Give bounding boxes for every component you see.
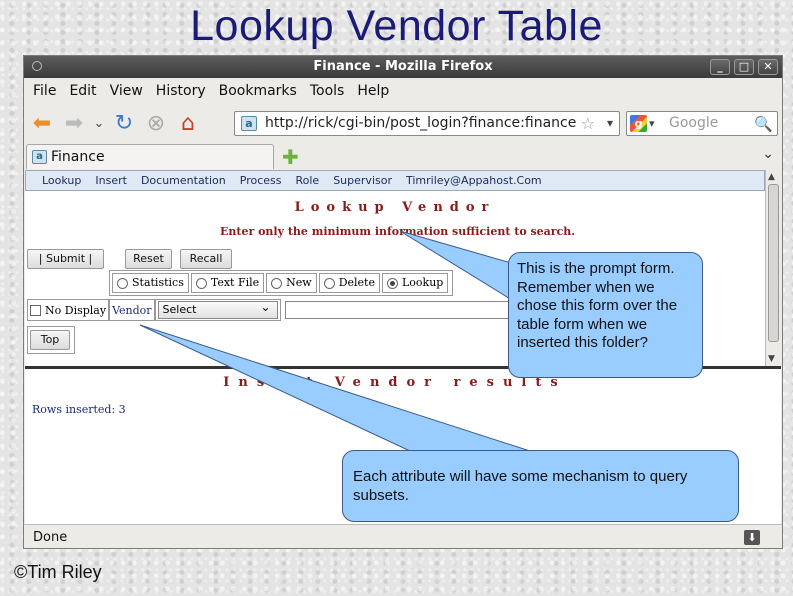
reload-icon[interactable]: ↻	[110, 109, 138, 137]
attribute-callout: Each attribute will have some mechanism …	[342, 450, 739, 522]
operator-select[interactable]: Select	[157, 299, 278, 319]
home-icon[interactable]: ⌂	[174, 109, 202, 137]
reset-button[interactable]: Reset	[125, 249, 172, 269]
mode-label: Text File	[210, 276, 260, 289]
minimize-button[interactable]: _	[710, 59, 730, 75]
menu-bookmarks[interactable]: Bookmarks	[219, 83, 297, 99]
mode-label: Delete	[338, 276, 375, 289]
tab-favicon: a	[32, 150, 47, 164]
mode-label: Statistics	[132, 276, 184, 289]
bookmark-star-icon[interactable]: ☆	[581, 112, 595, 135]
vendor-field-row: No Display Vendor Select	[27, 299, 515, 321]
top-button[interactable]: Top	[30, 330, 70, 350]
downloads-icon[interactable]: ⬇	[744, 530, 760, 545]
site-favicon: a	[241, 116, 257, 131]
close-button[interactable]: ✕	[758, 59, 778, 75]
vendor-value-input[interactable]	[284, 301, 515, 319]
recall-button[interactable]: Recall	[180, 249, 232, 269]
engine-dropdown-icon[interactable]: ▾	[649, 112, 655, 135]
url-dropdown-icon[interactable]: ▾	[607, 112, 613, 135]
window-menu-icon[interactable]	[32, 61, 42, 71]
app-menu-lookup[interactable]: Lookup	[42, 174, 81, 187]
app-menu-user[interactable]: Timriley@Appahost.Com	[406, 174, 542, 187]
operator-cell: Select	[154, 299, 281, 321]
mode-delete[interactable]: Delete	[318, 273, 380, 293]
form-instruction: Enter only the minimum information suffi…	[220, 225, 576, 238]
menu-bar: File Edit View History Bookmarks Tools H…	[24, 78, 782, 104]
app-menu: Lookup Insert Documentation Process Role…	[25, 170, 765, 191]
radio-lookup[interactable]	[387, 277, 398, 289]
radio-text-file[interactable]	[195, 277, 207, 289]
forward-arrow-icon[interactable]: ➡	[60, 109, 88, 137]
mode-label: Lookup	[402, 276, 444, 289]
menu-file[interactable]: File	[33, 83, 56, 99]
vendor-label: Vendor	[109, 299, 155, 321]
window-title: Finance - Mozilla Firefox	[313, 59, 493, 74]
search-box[interactable]: g ▾ Google 🔍	[626, 111, 778, 136]
status-text: Done	[33, 530, 68, 545]
rows-inserted: Rows inserted: 3	[32, 403, 126, 416]
title-bar: Finance - Mozilla Firefox _ □ ✕	[24, 56, 782, 78]
radio-new[interactable]	[271, 277, 283, 289]
app-menu-supervisor[interactable]: Supervisor	[333, 174, 392, 187]
scrollbar-thumb[interactable]	[768, 184, 779, 342]
app-menu-process[interactable]: Process	[240, 174, 282, 187]
mode-statistics[interactable]: Statistics	[112, 273, 189, 293]
menu-view[interactable]: View	[110, 83, 143, 99]
no-display-label: No Display	[45, 303, 107, 317]
tab-label: Finance	[51, 149, 105, 165]
menu-edit[interactable]: Edit	[69, 83, 96, 99]
tab-bar: a Finance ✚ ⌄	[24, 142, 782, 170]
back-arrow-icon[interactable]: ⬅	[28, 109, 56, 137]
scroll-down-icon[interactable]: ▼	[768, 354, 775, 364]
search-icon[interactable]: 🔍	[754, 113, 773, 136]
menu-help[interactable]: Help	[357, 83, 389, 99]
top-button-cell: Top	[27, 326, 75, 354]
no-display-cell: No Display	[27, 299, 110, 321]
mode-radio-group: Statistics Text File New Delete Lookup	[109, 270, 454, 296]
radio-statistics[interactable]	[117, 277, 128, 289]
url-bar[interactable]: a http://rick/cgi-bin/post_login?finance…	[234, 111, 620, 136]
mode-new[interactable]: New	[266, 273, 317, 293]
stop-icon[interactable]: ⊗	[142, 109, 170, 137]
mode-label: New	[286, 276, 312, 289]
new-tab-icon[interactable]: ✚	[282, 145, 299, 169]
app-menu-role[interactable]: Role	[296, 174, 320, 187]
status-bar: Done ⬇	[24, 524, 782, 549]
mode-lookup[interactable]: Lookup	[382, 273, 449, 293]
slide-credit: ©Tim Riley	[14, 562, 102, 582]
app-menu-documentation[interactable]: Documentation	[141, 174, 226, 187]
mode-text-file[interactable]: Text File	[190, 273, 265, 293]
vertical-scrollbar[interactable]: ▲ ▼	[765, 170, 781, 366]
scroll-up-icon[interactable]: ▲	[768, 172, 775, 182]
form-heading: Lookup Vendor	[294, 200, 496, 215]
url-text: http://rick/cgi-bin/post_login?finance:f…	[265, 115, 577, 131]
tab-finance[interactable]: a Finance	[26, 144, 274, 169]
menu-history[interactable]: History	[156, 83, 206, 99]
tab-list-chevron-icon[interactable]: ⌄	[762, 146, 774, 162]
no-display-checkbox[interactable]	[30, 304, 41, 316]
radio-delete[interactable]	[323, 277, 335, 289]
google-engine-icon[interactable]: g	[630, 115, 647, 132]
submit-button[interactable]: | Submit |	[27, 249, 104, 269]
slide-title: Lookup Vendor Table	[190, 2, 603, 50]
menu-tools[interactable]: Tools	[310, 83, 345, 99]
history-dropdown-icon[interactable]: ⌄	[92, 109, 106, 137]
navigation-toolbar: ⬅ ➡ ⌄ ↻ ⊗ ⌂ a http://rick/cgi-bin/post_l…	[24, 104, 782, 142]
maximize-button[interactable]: □	[734, 59, 754, 75]
app-menu-insert[interactable]: Insert	[95, 174, 127, 187]
prompt-callout: This is the prompt form. Remember when w…	[508, 252, 703, 378]
search-placeholder: Google	[669, 115, 719, 131]
